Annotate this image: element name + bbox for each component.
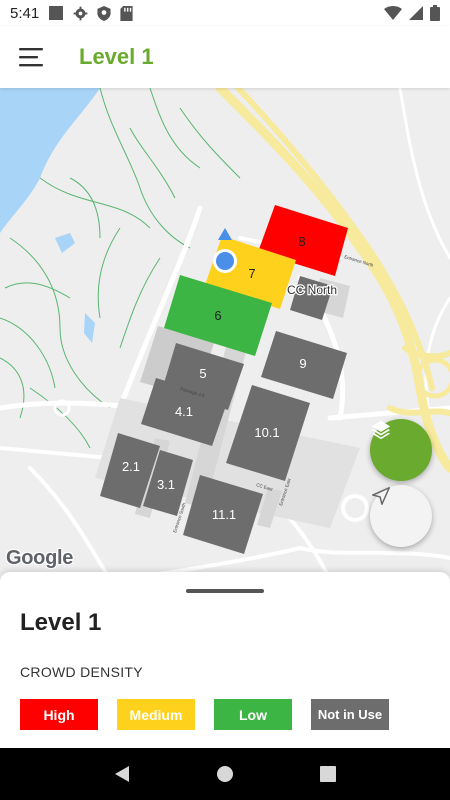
layers-icon <box>371 420 391 440</box>
crowd-density-label: CROWD DENSITY <box>20 664 143 680</box>
gear-icon <box>73 6 88 20</box>
sd-card-icon <box>120 5 133 21</box>
map-view[interactable]: 8 7 6 5 4.1 9 10.1 2.1 3.1 11.1 Passage … <box>0 88 450 580</box>
hall-label-4-1: 4.1 <box>175 404 193 419</box>
system-nav-bar <box>0 748 450 800</box>
back-button[interactable] <box>102 754 142 794</box>
hall-label-7: 7 <box>248 266 255 281</box>
square-icon <box>49 6 64 20</box>
legend-not-in-use-label: Not in Use <box>317 707 383 722</box>
crowd-density-legend: High Medium Low Not in Use <box>20 699 389 730</box>
wifi-icon <box>384 6 402 20</box>
layers-button[interactable] <box>370 419 432 481</box>
recents-button[interactable] <box>308 754 348 794</box>
status-time: 5:41 <box>10 4 40 22</box>
home-button[interactable] <box>205 754 245 794</box>
google-attribution: Google <box>6 547 74 569</box>
place-label-cc-north: CC North <box>287 283 337 297</box>
app-bar: Level 1 <box>0 26 450 88</box>
hall-label-10-1: 10.1 <box>254 425 279 440</box>
status-bar: 5:41 <box>0 0 450 26</box>
shield-icon <box>97 5 111 21</box>
back-icon <box>114 766 129 782</box>
navigation-arrow-icon <box>372 487 390 505</box>
sheet-title: Level 1 <box>20 609 102 636</box>
signal-icon <box>409 6 423 20</box>
legend-low-label: Low <box>239 706 267 723</box>
locate-button[interactable] <box>370 485 432 547</box>
battery-icon <box>430 5 440 21</box>
legend-high: High <box>20 699 98 730</box>
legend-not-in-use: Not in Use <box>311 699 389 730</box>
menu-button[interactable] <box>2 26 62 88</box>
sheet-drag-handle[interactable] <box>186 589 264 593</box>
recents-icon <box>320 766 337 782</box>
hall-label-5: 5 <box>199 366 206 381</box>
legend-medium-label: Medium <box>129 706 183 723</box>
legend-medium: Medium <box>117 699 195 730</box>
hall-label-8: 8 <box>298 234 305 249</box>
hall-label-9: 9 <box>299 356 306 371</box>
menu-icon <box>19 48 43 67</box>
pond <box>84 313 95 343</box>
hall-label-3-1: 3.1 <box>157 477 175 492</box>
hall-label-2-1: 2.1 <box>122 459 140 474</box>
river <box>0 88 100 233</box>
hall-label-11-1: 11.1 <box>212 507 236 522</box>
legend-low: Low <box>214 699 292 730</box>
home-icon <box>216 766 233 782</box>
legend-high-label: High <box>43 706 75 723</box>
bottom-sheet: Level 1 CROWD DENSITY High Medium Low No… <box>0 572 450 748</box>
page-title: Level 1 <box>79 44 154 69</box>
pond <box>55 233 75 253</box>
hall-label-6: 6 <box>214 308 221 323</box>
